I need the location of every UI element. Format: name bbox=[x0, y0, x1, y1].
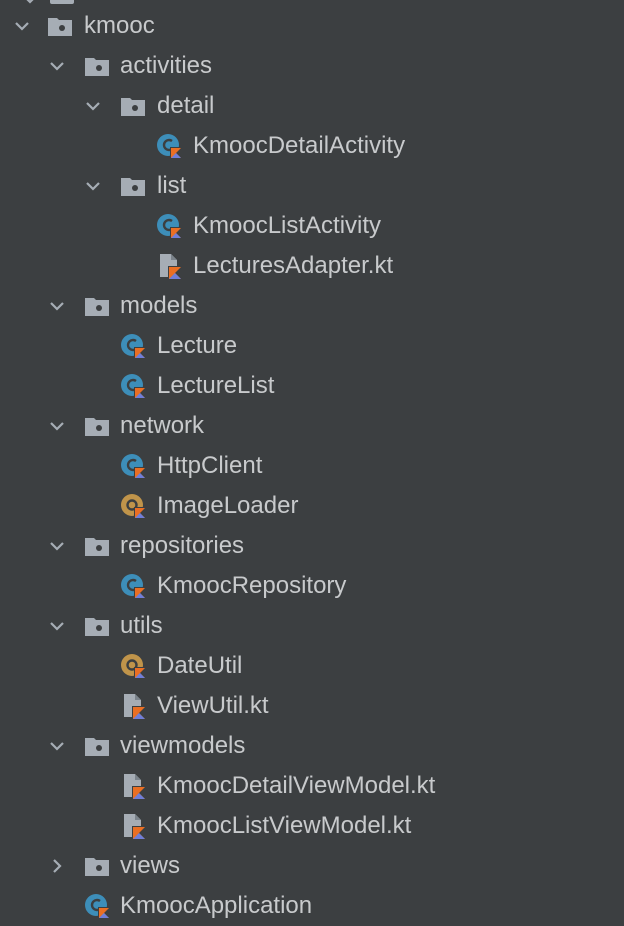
tree-row-utils[interactable]: utils bbox=[0, 606, 624, 646]
tree-label: KmoocRepository bbox=[157, 572, 347, 599]
tree-row-lecturelist[interactable]: LectureList bbox=[0, 366, 624, 406]
chevron-down-icon[interactable] bbox=[47, 416, 67, 436]
chevron-down-icon[interactable] bbox=[47, 536, 67, 556]
chevron-down-icon[interactable] bbox=[83, 176, 103, 196]
chevron-down-icon[interactable] bbox=[47, 616, 67, 636]
tree-label: LecturesAdapter.kt bbox=[193, 252, 394, 279]
kotlin-object-icon bbox=[120, 493, 146, 519]
chevron-down-icon[interactable] bbox=[47, 56, 67, 76]
kotlin-file-icon bbox=[120, 693, 146, 719]
kotlin-file-icon bbox=[120, 773, 146, 799]
kotlin-class-icon bbox=[120, 373, 146, 399]
tree-label: DateUtil bbox=[157, 652, 243, 679]
chevron-down-icon[interactable] bbox=[47, 296, 67, 316]
tree-row-httpclient[interactable]: HttpClient bbox=[0, 446, 624, 486]
tree-row-models[interactable]: models bbox=[0, 286, 624, 326]
kotlin-class-icon bbox=[156, 133, 182, 159]
tree-row-kmooc[interactable]: kmooc bbox=[0, 6, 624, 46]
tree-label: activities bbox=[120, 52, 213, 79]
tree-label: network bbox=[120, 412, 205, 439]
tree-row-kmooclistviewmodel[interactable]: KmoocListViewModel.kt bbox=[0, 806, 624, 846]
tree-row-viewmodels[interactable]: viewmodels bbox=[0, 726, 624, 766]
tree-row-views[interactable]: views bbox=[0, 846, 624, 886]
chevron-down-icon[interactable] bbox=[83, 96, 103, 116]
tree-label: detail bbox=[157, 92, 215, 119]
tree-label: HttpClient bbox=[157, 452, 263, 479]
tree-label: repositories bbox=[120, 532, 245, 559]
tree-label: KmoocListActivity bbox=[193, 212, 382, 239]
folder-icon bbox=[84, 53, 110, 79]
tree-row-lecturesadapter[interactable]: LecturesAdapter.kt bbox=[0, 246, 624, 286]
tree-row-kmoocdetailactivity[interactable]: KmoocDetailActivity bbox=[0, 126, 624, 166]
folder-icon bbox=[84, 733, 110, 759]
chevron-down-icon[interactable] bbox=[12, 16, 32, 36]
kotlin-class-icon bbox=[120, 453, 146, 479]
tree-row-network[interactable]: network bbox=[0, 406, 624, 446]
tree-label: viewmodels bbox=[120, 732, 246, 759]
tree-label: KmoocListViewModel.kt bbox=[157, 812, 412, 839]
kotlin-file-icon bbox=[156, 253, 182, 279]
kotlin-class-icon bbox=[156, 213, 182, 239]
tree-row-kmooclistactivity[interactable]: KmoocListActivity bbox=[0, 206, 624, 246]
kotlin-object-icon bbox=[120, 653, 146, 679]
tree-label: models bbox=[120, 292, 198, 319]
folder-icon bbox=[84, 853, 110, 879]
tree-row-kmoocrepository[interactable]: KmoocRepository bbox=[0, 566, 624, 606]
tree-label: kmooc bbox=[84, 12, 155, 39]
tree-label: ImageLoader bbox=[157, 492, 299, 519]
tree-label: list bbox=[157, 172, 187, 199]
folder-icon bbox=[120, 173, 146, 199]
tree-label: KmoocApplication bbox=[120, 892, 313, 919]
tree-row-detail[interactable]: detail bbox=[0, 86, 624, 126]
tree-label: Lecture bbox=[157, 332, 238, 359]
tree-label: LectureList bbox=[157, 372, 275, 399]
tree-row-dateutil[interactable]: DateUtil bbox=[0, 646, 624, 686]
tree-row-viewutil[interactable]: ViewUtil.kt bbox=[0, 686, 624, 726]
tree-label: utils bbox=[120, 612, 163, 639]
folder-icon bbox=[84, 533, 110, 559]
kotlin-class-icon bbox=[120, 573, 146, 599]
tree-label: KmoocDetailViewModel.kt bbox=[157, 772, 436, 799]
tree-row-activities[interactable]: activities bbox=[0, 46, 624, 86]
tree-label: views bbox=[120, 852, 181, 879]
kotlin-class-icon bbox=[84, 893, 110, 919]
kotlin-file-icon bbox=[120, 813, 146, 839]
folder-icon bbox=[84, 413, 110, 439]
tree-label: ViewUtil.kt bbox=[157, 692, 269, 719]
tree-row-repositories[interactable]: repositories bbox=[0, 526, 624, 566]
tree-row-imageloader[interactable]: ImageLoader bbox=[0, 486, 624, 526]
folder-icon bbox=[84, 613, 110, 639]
folder-icon bbox=[84, 293, 110, 319]
tree-row-list[interactable]: list bbox=[0, 166, 624, 206]
project-tree: kmooc activities detail KmoocDetailActiv… bbox=[0, 0, 624, 926]
chevron-down-icon[interactable] bbox=[47, 736, 67, 756]
tree-row-kmoocdetailviewmodel[interactable]: KmoocDetailViewModel.kt bbox=[0, 766, 624, 806]
folder-icon bbox=[47, 13, 73, 39]
tree-row-kmoocapplication[interactable]: KmoocApplication bbox=[0, 886, 624, 926]
tree-label: KmoocDetailActivity bbox=[193, 132, 406, 159]
chevron-right-icon[interactable] bbox=[47, 856, 67, 876]
tree-row-lecture[interactable]: Lecture bbox=[0, 326, 624, 366]
kotlin-class-icon bbox=[120, 333, 146, 359]
folder-icon bbox=[120, 93, 146, 119]
